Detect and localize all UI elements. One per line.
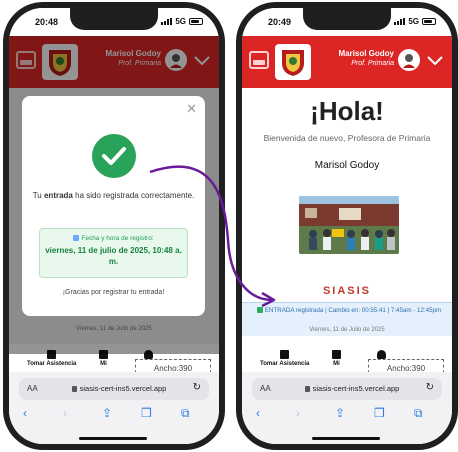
close-icon[interactable]: ✕ [186,102,197,115]
greeting-heading: ¡Hola! [310,96,384,126]
forward-icon[interactable]: › [296,406,300,420]
status-indicators: 5G [161,17,203,26]
network-label: 5G [408,17,419,26]
calendar-icon [73,235,80,242]
phone-left: 20:48 5G Marisol Godoy Prof. Primaria Vi… [3,2,225,450]
status-bar: 20:48 5G [9,8,219,36]
battery-icon [422,18,436,25]
signal-icon [394,18,406,25]
url-text: siasis-cert-ins5.vercel.app [49,384,189,393]
school-photo [299,196,399,254]
brand-wordmark: SIASIS [322,285,372,297]
network-label: 5G [175,17,186,26]
banner-date: Viernes, 11 de Julio de 2025 [309,327,385,333]
bookmarks-icon[interactable]: ❒ [374,406,385,420]
battery-icon [189,18,203,25]
reader-aa-button[interactable]: AA [27,384,38,393]
lock-icon [71,386,77,393]
sidebar-toggle-icon[interactable] [249,51,269,69]
check-icon [256,307,263,314]
signal-icon [161,18,173,25]
url-text: siasis-cert-ins5.vercel.app [282,384,422,393]
status-bar: 20:49 5G [242,8,452,36]
school-crest-logo [275,44,311,80]
nav-mi[interactable]: Mi [332,350,341,367]
reader-aa-button[interactable]: AA [260,384,271,393]
success-modal: ✕ Tu entrada ha sido registrada correcta… [22,96,205,316]
url-bar[interactable]: AA siasis-cert-ins5.vercel.app ↻ [252,378,442,400]
share-icon[interactable]: ⇪ [102,406,112,420]
notch [303,8,391,30]
person-icon [377,350,386,359]
forward-icon[interactable]: › [63,406,67,420]
home-indicator [79,437,147,440]
user-info: Marisol Godoy Prof. Primaria [338,49,394,67]
browser-toolbar: ‹ › ⇪ ❒ ⧉ [252,406,442,424]
home-indicator [312,437,380,440]
status-time: 20:49 [268,17,292,27]
chevron-down-icon[interactable] [427,56,443,66]
attendance-banner: ENTRADA registrada | Cambio en: 00:55:41… [242,302,452,336]
phone-right: 20:49 5G Marisol Godoy Prof. Primaria ¡H… [236,2,458,450]
lock-icon [304,386,310,393]
status-time: 20:48 [35,17,59,27]
share-icon[interactable]: ⇪ [335,406,345,420]
notch [70,8,158,30]
nav-tomar-asistencia[interactable]: Tomar Asistencia [260,350,309,367]
bookmarks-icon[interactable]: ❒ [141,406,152,420]
reload-icon[interactable]: ↻ [193,382,201,393]
screen-right: 20:49 5G Marisol Godoy Prof. Primaria ¡H… [242,8,452,444]
modal-message-bold: entrada [43,191,73,200]
tabs-icon[interactable]: ⧉ [414,406,423,421]
registro-label: Fecha y hora de registro: [40,235,187,242]
modal-message: Tu entrada ha sido registrada correctame… [32,191,195,200]
user-role: Prof. Primaria [351,60,394,67]
browser-bar: AA siasis-cert-ins5.vercel.app ↻ ‹ › ⇪ ❒… [9,372,219,444]
browser-toolbar: ‹ › ⇪ ❒ ⧉ [19,406,209,424]
reload-icon[interactable]: ↻ [426,382,434,393]
attendance-banner-text: ENTRADA registrada | Cambio en: 00:55:41… [252,306,446,315]
screen-left: 20:48 5G Marisol Godoy Prof. Primaria Vi… [9,8,219,444]
welcome-text: Bienvenida de nuevo, Profesora de Primar… [263,133,431,143]
avatar[interactable] [398,49,420,71]
registro-box: Fecha y hora de registro: viernes, 11 de… [39,228,188,278]
back-icon[interactable]: ‹ [23,406,27,420]
user-name: Marisol Godoy [338,49,394,58]
schedule-icon [332,350,341,359]
check-circle-icon [92,134,136,178]
browser-bar: AA siasis-cert-ins5.vercel.app ↻ ‹ › ⇪ ❒… [242,372,452,444]
modal-thanks: ¡Gracias por registrar tu entrada! [62,289,165,296]
registro-value: viernes, 11 de julio de 2025, 10:48 a. m… [45,246,182,266]
back-icon[interactable]: ‹ [256,406,260,420]
tabs-icon[interactable]: ⧉ [181,406,190,421]
full-name: Marisol Godoy [314,160,380,171]
url-bar[interactable]: AA siasis-cert-ins5.vercel.app ↻ [19,378,209,400]
calendar-icon [280,350,290,359]
status-indicators: 5G [394,17,436,26]
app-header: Marisol Godoy Prof. Primaria [242,36,452,88]
